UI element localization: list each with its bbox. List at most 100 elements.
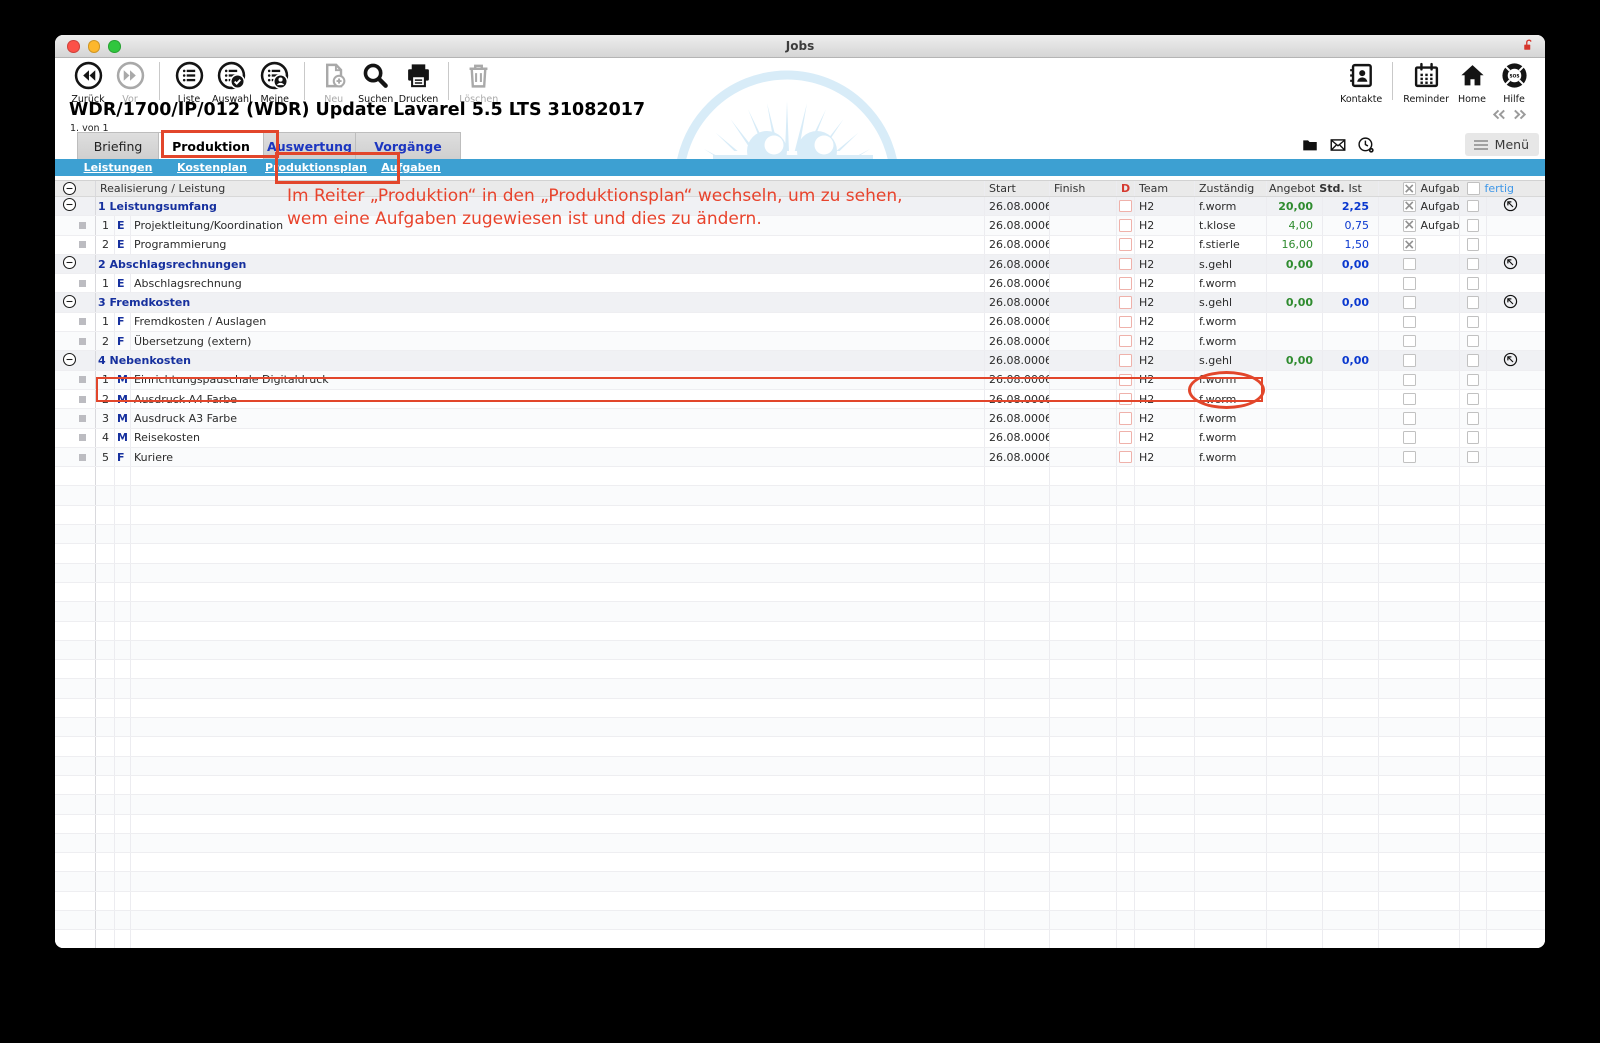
- toolbar-neu-button[interactable]: Neu: [313, 61, 355, 105]
- toolbar-kontakte-button[interactable]: Kontakte: [1338, 61, 1384, 105]
- checkbox-empty[interactable]: [1403, 393, 1416, 406]
- chevrons-left-icon[interactable]: [1490, 108, 1507, 121]
- d-checkbox[interactable]: [1119, 451, 1132, 464]
- toolbar-suchen-button[interactable]: Suchen: [355, 61, 397, 105]
- subtab-produktionsplan[interactable]: Produktionsplan: [265, 161, 358, 174]
- table-row-projektleitung-koordination[interactable]: 1EProjektleitung/Koordination26.08.0006H…: [55, 216, 1545, 235]
- checkbox-empty[interactable]: [1403, 412, 1416, 425]
- checkbox-empty[interactable]: [1467, 412, 1480, 425]
- table-row-group-nebenkosten[interactable]: 4 Nebenkosten26.08.0006H2s.gehl0,000,00: [55, 351, 1545, 370]
- checkbox-empty[interactable]: [1467, 200, 1480, 213]
- checkbox-empty[interactable]: [1467, 316, 1480, 329]
- chevrons-right-icon[interactable]: [1512, 108, 1529, 121]
- table-row-group-abschlagsrechnungen[interactable]: 2 Abschlagsrechnungen26.08.0006H2s.gehl0…: [55, 255, 1545, 274]
- table-row-reisekosten[interactable]: 4MReisekosten26.08.0006H2f.worm: [55, 429, 1545, 448]
- d-checkbox[interactable]: [1119, 200, 1132, 213]
- aufgabe-link-label[interactable]: Aufgabe: [1421, 200, 1461, 213]
- checkbox-empty[interactable]: [1467, 219, 1480, 232]
- table-row-group-fremdkosten[interactable]: 3 Fremdkosten26.08.0006H2s.gehl0,000,00: [55, 293, 1545, 312]
- checkbox-checked[interactable]: [1403, 200, 1416, 213]
- d-checkbox[interactable]: [1119, 258, 1132, 271]
- checkbox-empty[interactable]: [1403, 258, 1416, 271]
- checkbox-empty[interactable]: [1467, 393, 1480, 406]
- jump-arrow-icon[interactable]: [1503, 294, 1518, 312]
- checkbox-empty[interactable]: [1403, 451, 1416, 464]
- row-collapse-cell[interactable]: [55, 351, 96, 369]
- toolbar-zurueck-button[interactable]: Zurück: [67, 61, 109, 105]
- d-checkbox[interactable]: [1119, 296, 1132, 309]
- mail-icon[interactable]: [1329, 136, 1347, 158]
- menu-button[interactable]: Menü: [1465, 133, 1539, 156]
- toolbar-reminder-button[interactable]: Reminder: [1401, 61, 1451, 105]
- toolbar-vor-button[interactable]: Vor: [109, 61, 151, 105]
- checkbox-empty[interactable]: [1467, 451, 1480, 464]
- table-row-abschlagsrechnung[interactable]: 1EAbschlagsrechnung26.08.0006H2f.worm: [55, 274, 1545, 293]
- collapse-minus-icon[interactable]: [62, 352, 77, 370]
- checkbox-empty[interactable]: [1467, 374, 1480, 387]
- clock-gear-icon[interactable]: [1357, 136, 1375, 158]
- table-row-übersetzung-extern-[interactable]: 2FÜbersetzung (extern)26.08.0006H2f.worm: [55, 332, 1545, 351]
- checkbox-empty[interactable]: [1403, 296, 1416, 309]
- d-checkbox[interactable]: [1119, 393, 1132, 406]
- toolbar-loeschen-button[interactable]: Löschen: [457, 61, 500, 105]
- toolbar-drucken-button[interactable]: Drucken: [397, 61, 441, 105]
- tab-produktion[interactable]: Produktion: [158, 132, 264, 159]
- lock-open-icon[interactable]: [1521, 38, 1536, 55]
- d-checkbox[interactable]: [1119, 374, 1132, 387]
- toolbar-hilfe-button[interactable]: SOSHilfe: [1493, 61, 1535, 105]
- row-collapse-cell[interactable]: [55, 255, 96, 273]
- d-checkbox[interactable]: [1119, 238, 1132, 251]
- d-checkbox[interactable]: [1119, 412, 1132, 425]
- collapse-minus-icon[interactable]: [62, 255, 77, 273]
- d-checkbox[interactable]: [1119, 277, 1132, 290]
- checkbox-empty[interactable]: [1467, 335, 1480, 348]
- toolbar-home-button[interactable]: Home: [1451, 61, 1493, 105]
- row-collapse-cell[interactable]: [55, 293, 96, 311]
- table-row-group-leistungsumfang[interactable]: 1 Leistungsumfang26.08.0006H2f.worm20,00…: [55, 197, 1545, 216]
- d-checkbox[interactable]: [1119, 354, 1132, 367]
- checkbox-checked[interactable]: [1403, 219, 1416, 232]
- table-row-kuriere[interactable]: 5FKuriere26.08.0006H2f.worm: [55, 448, 1545, 467]
- jump-arrow-icon[interactable]: [1503, 352, 1518, 370]
- checkbox-empty[interactable]: [1403, 354, 1416, 367]
- d-checkbox[interactable]: [1119, 335, 1132, 348]
- tab-vorg-nge[interactable]: Vorgänge: [355, 132, 461, 159]
- checkbox-empty[interactable]: [1467, 296, 1480, 309]
- d-checkbox[interactable]: [1119, 316, 1132, 329]
- tab-briefing[interactable]: Briefing: [77, 132, 159, 159]
- checkbox-empty[interactable]: [1467, 238, 1480, 251]
- checkbox-empty[interactable]: [1467, 258, 1480, 271]
- toolbar-auswahl-button[interactable]: Auswahl: [210, 61, 254, 105]
- table-row-ausdruck-a4-farbe[interactable]: 2MAusdruck A4 Farbe26.08.0006H2f.worm: [55, 390, 1545, 409]
- jump-arrow-icon[interactable]: [1503, 255, 1518, 273]
- aufgabe-link-label[interactable]: Aufgabe: [1421, 219, 1461, 232]
- jump-arrow-icon[interactable]: [1503, 197, 1518, 215]
- cell-zustaendig: s.gehl: [1195, 255, 1267, 273]
- checkbox-empty[interactable]: [1403, 431, 1416, 444]
- folder-icon[interactable]: [1301, 136, 1319, 158]
- d-checkbox[interactable]: [1119, 219, 1132, 232]
- collapse-all-cell[interactable]: [55, 181, 96, 196]
- checkbox-empty[interactable]: [1467, 354, 1480, 367]
- checkbox-empty[interactable]: [1403, 316, 1416, 329]
- row-collapse-cell[interactable]: [55, 197, 96, 215]
- toolbar-meine-button[interactable]: Meine: [254, 61, 296, 105]
- checkbox-empty[interactable]: [1403, 374, 1416, 387]
- subtab-kostenplan[interactable]: Kostenplan: [159, 161, 265, 174]
- subtab-aufgaben[interactable]: Aufgaben: [358, 161, 464, 174]
- checkbox-empty[interactable]: [1467, 431, 1480, 444]
- table-row-ausdruck-a3-farbe[interactable]: 3MAusdruck A3 Farbe26.08.0006H2f.worm: [55, 409, 1545, 428]
- checkbox-empty[interactable]: [1467, 277, 1480, 290]
- checkbox-checked[interactable]: [1403, 238, 1416, 251]
- toolbar-liste-button[interactable]: Liste: [168, 61, 210, 105]
- collapse-minus-icon[interactable]: [62, 294, 77, 312]
- subtab-leistungen[interactable]: Leistungen: [77, 161, 159, 174]
- table-row-fremdkosten-auslagen[interactable]: 1FFremdkosten / Auslagen26.08.0006H2f.wo…: [55, 313, 1545, 332]
- d-checkbox[interactable]: [1119, 431, 1132, 444]
- checkbox-empty[interactable]: [1403, 335, 1416, 348]
- table-row-einrichtungspauschale-digitaldruck[interactable]: 1MEinrichtungspauschale Digitaldruck26.0…: [55, 371, 1545, 390]
- table-row-programmierung[interactable]: 2EProgrammierung26.08.0006H2f.stierle16,…: [55, 236, 1545, 255]
- tab-auswertung[interactable]: Auswertung: [263, 132, 356, 159]
- checkbox-empty[interactable]: [1403, 277, 1416, 290]
- collapse-minus-icon[interactable]: [62, 197, 77, 215]
